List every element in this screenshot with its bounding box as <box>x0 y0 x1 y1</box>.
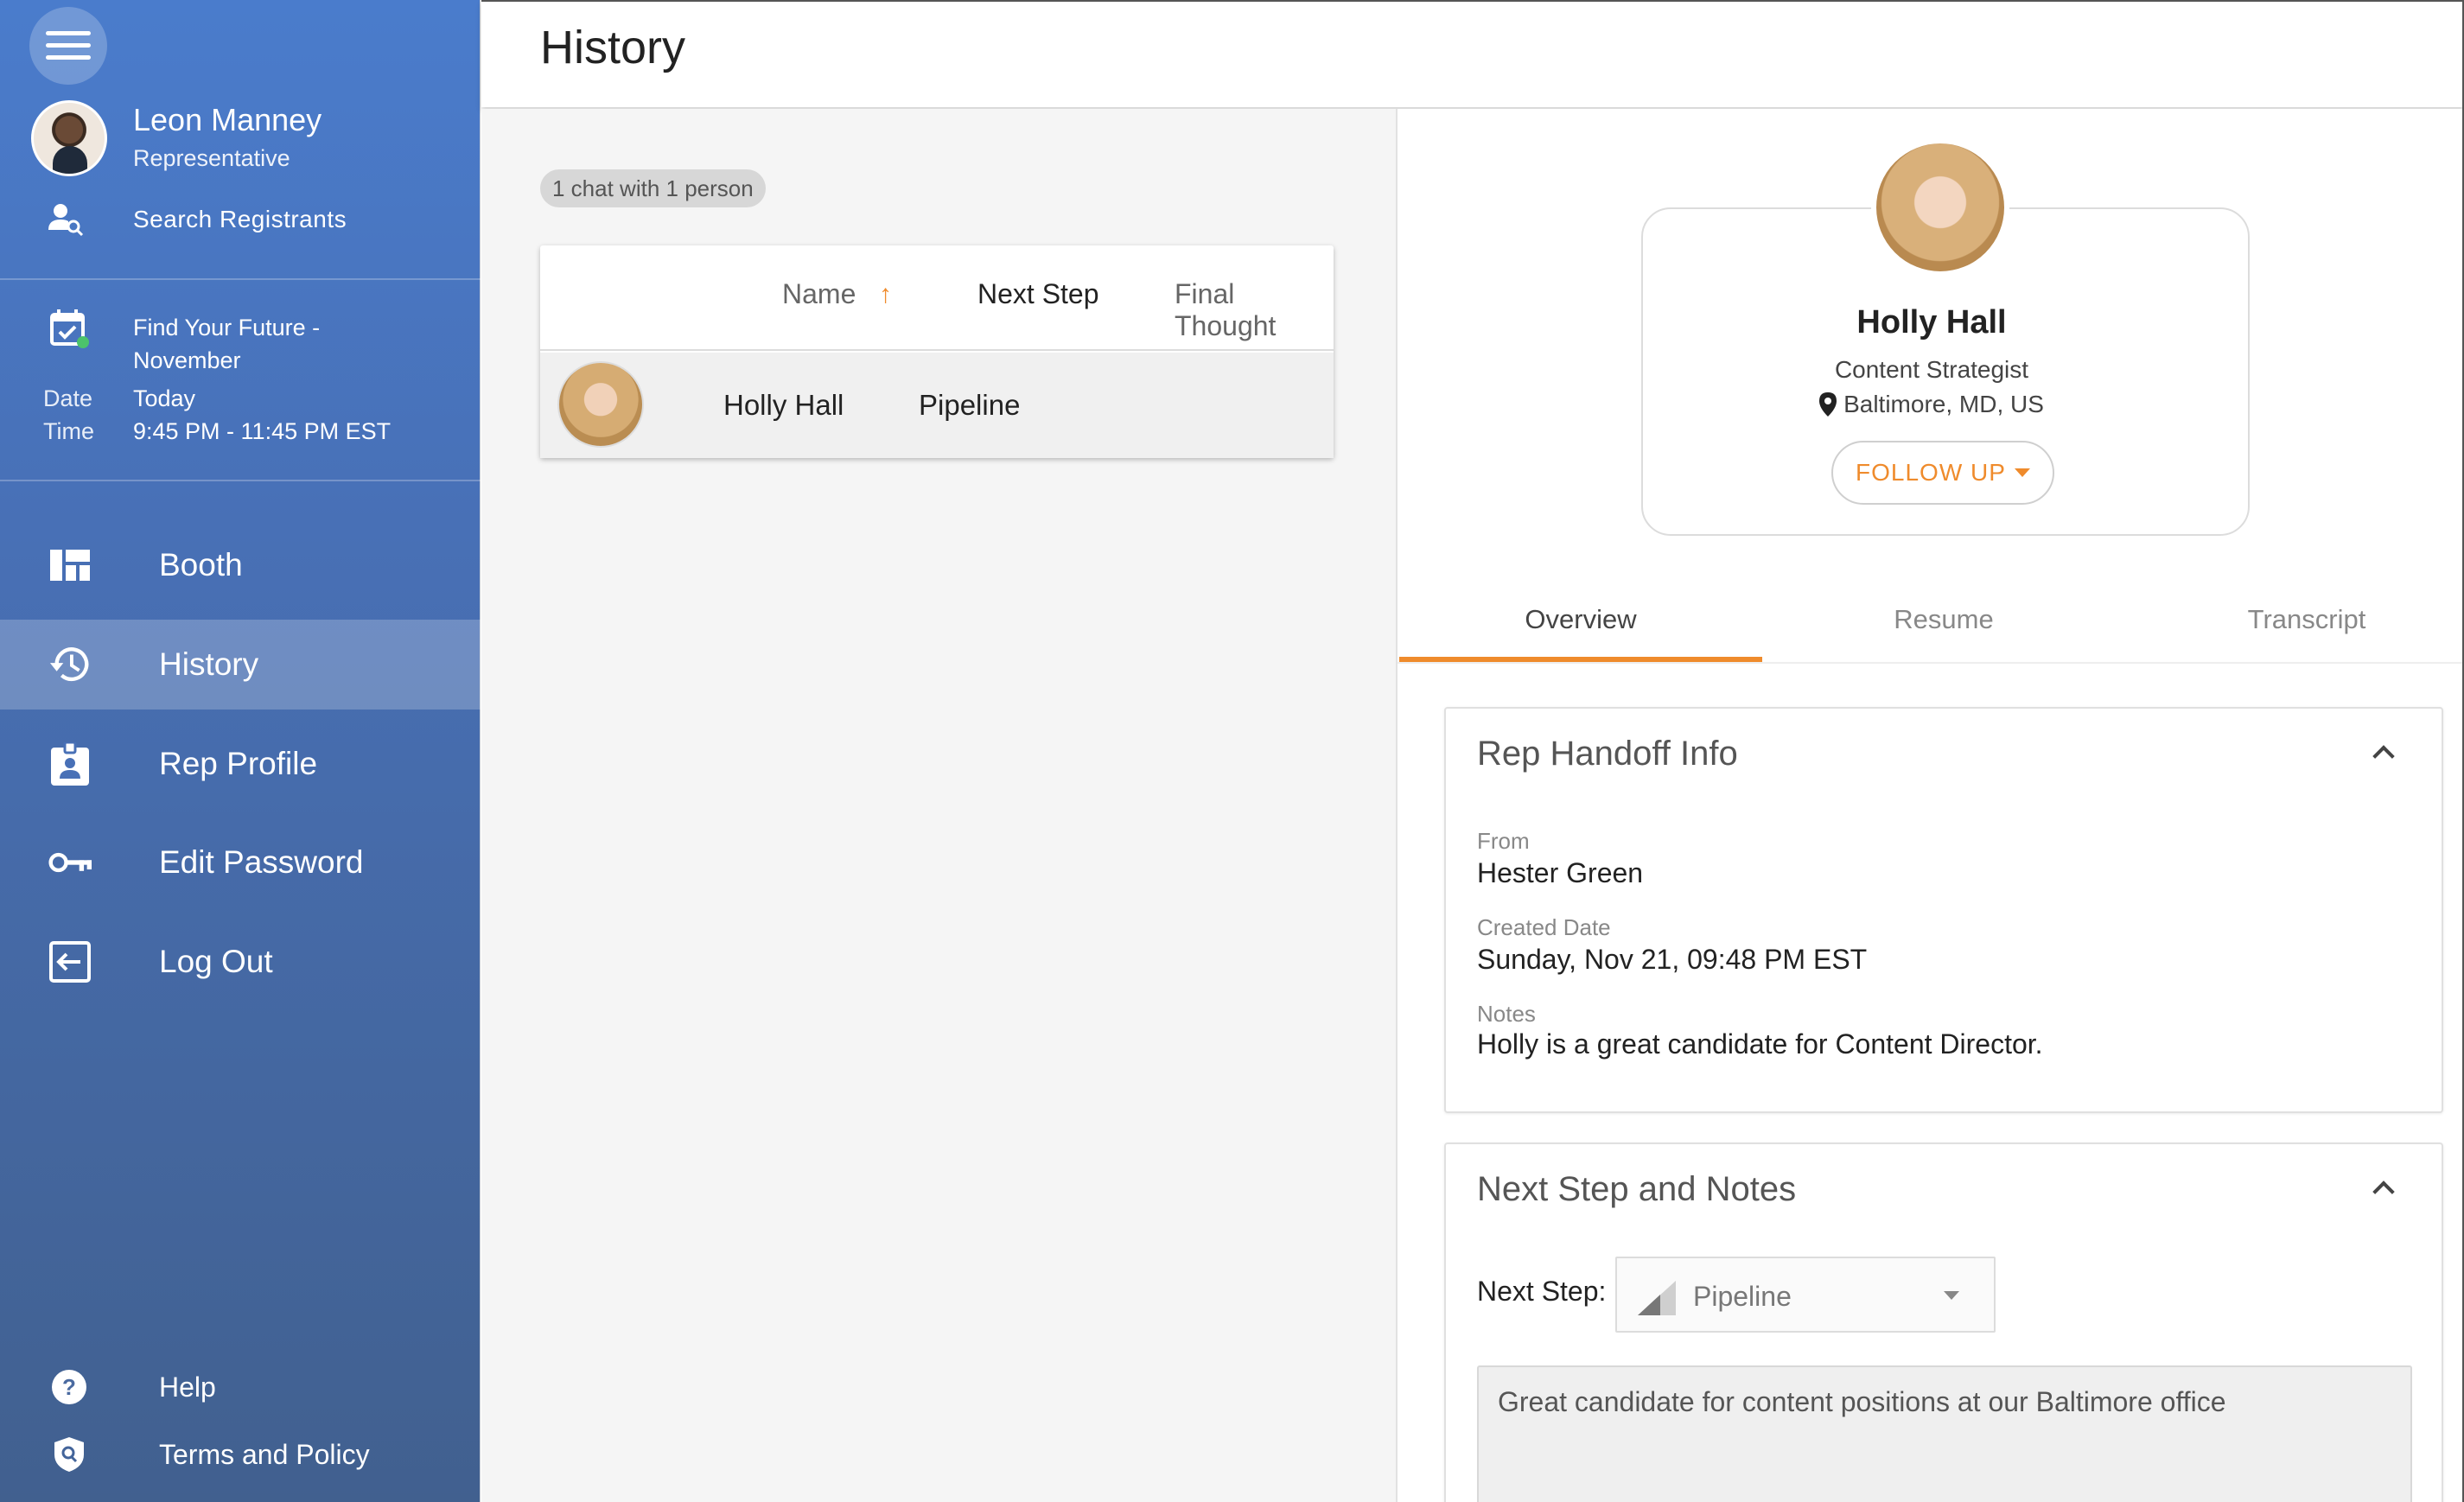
cell-name: Holly Hall <box>723 389 844 421</box>
avatar <box>557 361 644 448</box>
event-title: Find Your Future - November <box>133 315 321 373</box>
rep-handoff-panel: Rep Handoff Info From Hester Green Creat… <box>1444 707 2443 1113</box>
follow-up-label: FOLLOW UP <box>1856 459 2006 486</box>
created-date-value: Sunday, Nov 21, 09:48 PM EST <box>1477 944 1868 975</box>
tab-transcript[interactable]: Transcript <box>2125 576 2464 664</box>
avatar <box>31 100 107 176</box>
caret-down-icon <box>1944 1291 1959 1300</box>
chevron-up-icon[interactable] <box>2372 1181 2395 1203</box>
from-value: Hester Green <box>1477 857 1644 888</box>
pipeline-icon <box>1638 1281 1676 1315</box>
date-label: Date <box>43 385 93 411</box>
date-value: Today <box>133 385 196 411</box>
help-link[interactable]: ? Help <box>0 1361 481 1413</box>
rep-handoff-title: Rep Handoff Info <box>1477 735 1738 773</box>
sidebar-divider <box>0 480 481 481</box>
logout-icon <box>48 940 92 983</box>
column-header-next-step[interactable]: Next Step <box>977 278 1099 310</box>
sort-ascending-icon: ↑ <box>879 280 892 309</box>
chevron-up-icon[interactable] <box>2372 745 2395 767</box>
help-icon: ? <box>50 1368 88 1406</box>
svg-text:?: ? <box>62 1374 76 1400</box>
map-pin-icon <box>1819 392 1837 417</box>
notes-value: Holly is a great candidate for Content D… <box>1477 1028 2043 1060</box>
column-header-name[interactable]: Name <box>782 278 856 310</box>
profile-title: Content Strategist <box>1834 356 2029 383</box>
from-label: From <box>1477 828 1530 854</box>
time-value: 9:45 PM - 11:45 PM EST <box>133 418 392 444</box>
next-step-label: Next Step: <box>1477 1276 1607 1307</box>
next-step-panel-title: Next Step and Notes <box>1477 1170 1797 1208</box>
profile-name: Holly Hall <box>1856 304 2007 340</box>
nav-item-log-out[interactable]: Log Out <box>0 917 481 1007</box>
menu-button[interactable] <box>29 7 107 85</box>
summary-chip: 1 chat with 1 person <box>540 169 766 207</box>
key-icon <box>48 841 92 884</box>
badge-icon <box>48 742 92 786</box>
search-registrants-label: Search Registrants <box>133 206 347 232</box>
page-title: History <box>540 22 686 73</box>
profile-tabs: Overview Resume Transcript <box>1398 576 2464 664</box>
cell-next-step: Pipeline <box>919 389 1021 421</box>
next-step-panel: Next Step and Notes Next Step: Pipeline … <box>1444 1142 2443 1502</box>
calendar-check-icon <box>50 309 89 348</box>
nav-item-edit-password[interactable]: Edit Password <box>0 818 481 907</box>
caret-down-icon <box>2014 468 2030 477</box>
nav-label: Booth <box>159 547 243 582</box>
search-registrants-link[interactable]: Search Registrants <box>47 202 347 237</box>
nav-label: Edit Password <box>159 844 364 880</box>
terms-label: Terms and Policy <box>159 1438 370 1470</box>
nav-label: Rep Profile <box>159 746 318 781</box>
sidebar: Leon Manney Representative Search Regist… <box>0 0 481 1502</box>
tab-resume[interactable]: Resume <box>1762 576 2125 664</box>
history-table: Name ↑ Next Step Final Thought Holly Hal… <box>540 245 1334 458</box>
nav-label: History <box>159 646 259 682</box>
history-list-panel: 1 chat with 1 person Name ↑ Next Step Fi… <box>481 109 1396 1502</box>
help-label: Help <box>159 1371 216 1403</box>
table-header: Name ↑ Next Step Final Thought <box>540 245 1334 351</box>
booth-icon <box>48 544 92 587</box>
location-text: Baltimore, MD, US <box>1843 391 2044 417</box>
user-name: Leon Manney <box>133 102 322 137</box>
created-date-label: Created Date <box>1477 914 1611 940</box>
table-row[interactable]: Holly Hall Pipeline <box>540 353 1334 458</box>
hamburger-icon <box>46 31 91 60</box>
nav-label: Log Out <box>159 944 273 979</box>
column-header-final-thought[interactable]: Final Thought <box>1175 278 1334 342</box>
nav-item-history[interactable]: History <box>0 620 481 710</box>
time-label: Time <box>43 418 94 444</box>
page-header: History <box>481 0 2464 107</box>
follow-up-button[interactable]: FOLLOW UP <box>1831 441 2054 505</box>
detail-panel: Holly Hall Content Strategist Baltimore,… <box>1396 109 2464 1502</box>
next-step-select[interactable]: Pipeline <box>1615 1257 1996 1333</box>
sidebar-divider <box>0 278 481 280</box>
profile-location: Baltimore, MD, US <box>1398 391 2464 418</box>
nav-item-booth[interactable]: Booth <box>0 520 481 610</box>
history-icon <box>48 643 92 686</box>
user-search-icon <box>48 204 84 237</box>
terms-link[interactable]: Terms and Policy <box>0 1429 481 1480</box>
user-role: Representative <box>133 145 290 171</box>
notes-label: Notes <box>1477 1001 1536 1027</box>
nav-item-rep-profile[interactable]: Rep Profile <box>0 719 481 809</box>
active-tab-indicator <box>1399 657 1762 662</box>
profile-avatar <box>1871 138 2009 277</box>
tab-overview[interactable]: Overview <box>1399 576 1762 664</box>
notes-textarea[interactable]: Great candidate for content positions at… <box>1477 1365 2412 1502</box>
shield-icon <box>50 1435 88 1473</box>
next-step-value: Pipeline <box>1693 1281 1792 1312</box>
